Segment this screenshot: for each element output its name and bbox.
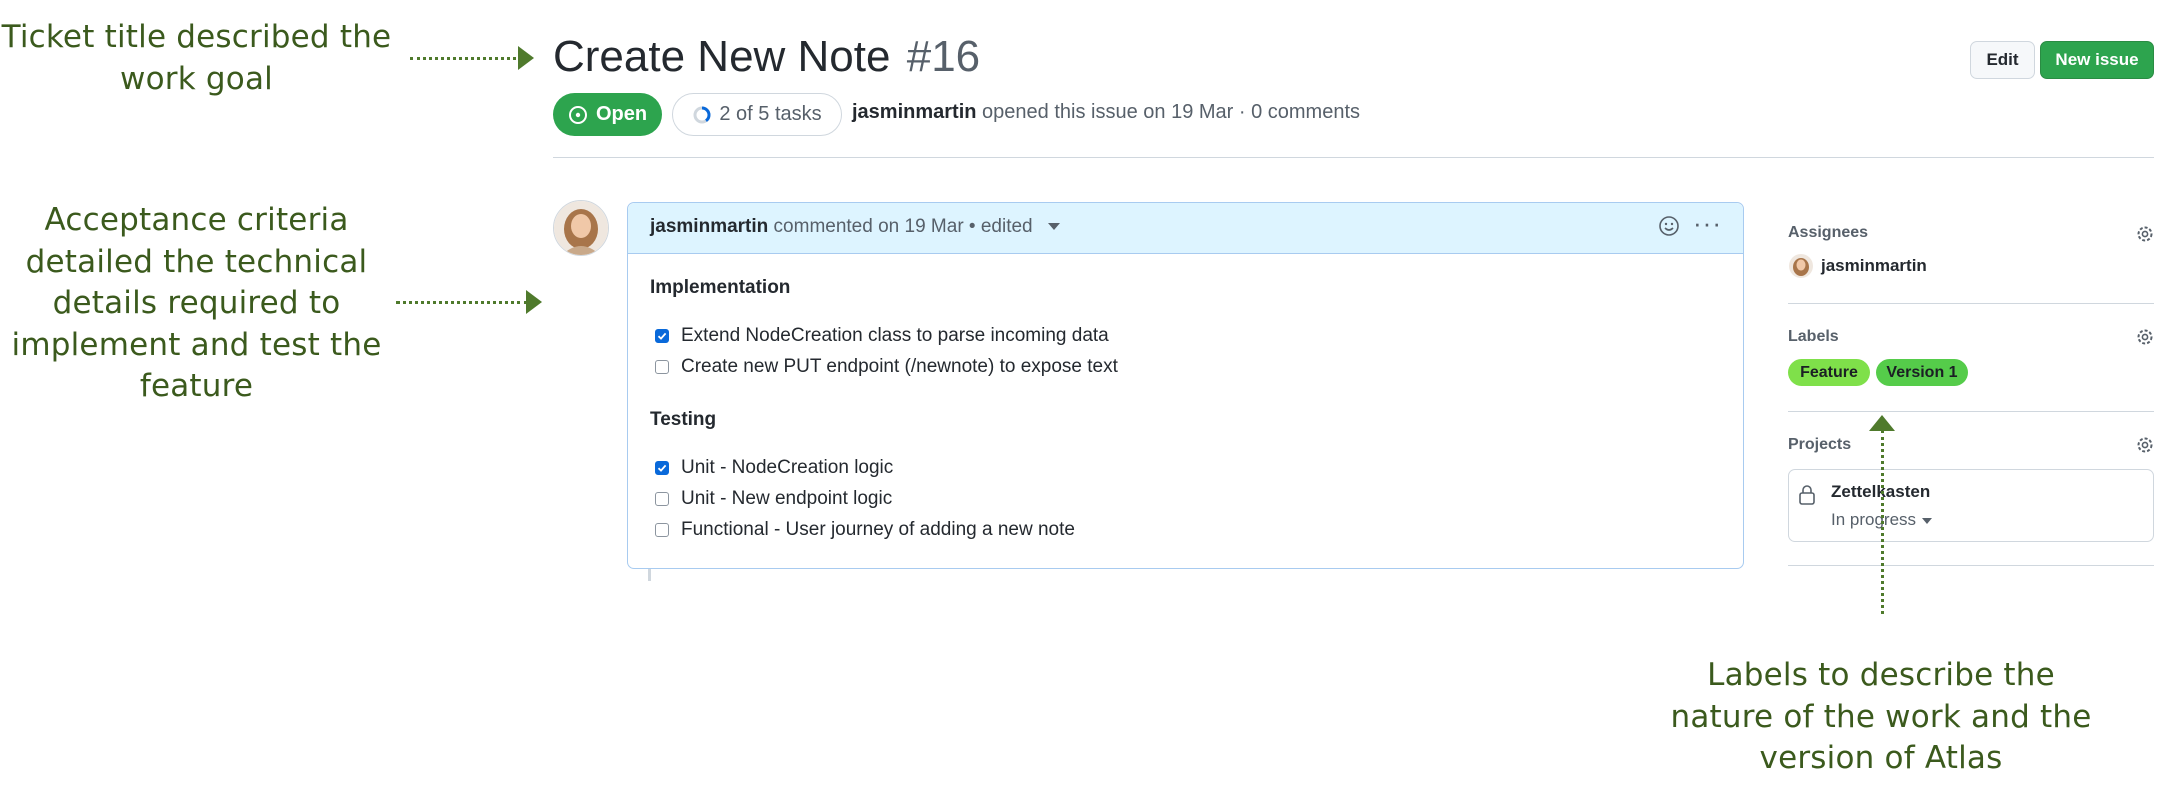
task-item: Unit - New endpoint logic [655, 488, 892, 510]
comment-meta-text: commented on 19 Mar • edited [773, 216, 1033, 237]
annotation-arrow-title [410, 57, 522, 60]
more-options-icon[interactable]: ··· [1693, 210, 1722, 236]
issue-state-label: Open [595, 103, 648, 125]
timeline-line [648, 569, 651, 581]
label-feature[interactable]: Feature [1788, 359, 1870, 386]
projects-gear-icon[interactable] [2135, 435, 2155, 460]
labels-heading: Labels [1788, 328, 1839, 345]
task-checkbox[interactable] [655, 461, 669, 475]
task-item: Create new PUT endpoint (/newnote) to ex… [655, 356, 1118, 378]
annotation-line: details required to [52, 285, 341, 321]
add-reaction-icon[interactable] [1658, 215, 1680, 242]
issue-title: Create New Note #16 [553, 28, 980, 86]
avatar-portrait-icon [554, 201, 608, 255]
tasks-progress-badge[interactable]: 2 of 5 tasks [672, 93, 842, 136]
assignee-avatar [1789, 254, 1813, 278]
new-issue-button[interactable]: New issue [2040, 41, 2154, 79]
task-label: Unit - New endpoint logic [681, 488, 893, 509]
tasks-progress-label: 2 of 5 tasks [719, 103, 822, 125]
task-label: Create new PUT endpoint (/newnote) to ex… [681, 356, 1118, 377]
sidebar-divider [1788, 565, 2154, 566]
section-heading-implementation: Implementation [650, 277, 791, 298]
assignees-heading: Assignees [1788, 224, 1869, 241]
annotation-line: nature of the work and the [1670, 698, 2092, 735]
label-version-1[interactable]: Version 1 [1876, 359, 1968, 386]
annotation-arrow-criteria [396, 301, 528, 304]
issue-author-link[interactable]: jasminmartin [852, 101, 976, 123]
task-label: Unit - NodeCreation logic [681, 457, 894, 478]
annotation-arrowhead-up [1869, 415, 1895, 431]
progress-ring-icon [693, 106, 711, 123]
annotation-line: detailed the technical [25, 243, 368, 280]
annotation-line: feature [139, 368, 254, 404]
comment-card: jasminmartin commented on 19 Mar • edite… [627, 202, 1744, 569]
issue-number: #16 [906, 32, 981, 81]
comment-author-link[interactable]: jasminmartin [650, 216, 768, 237]
task-checkbox[interactable] [655, 492, 669, 506]
assignees-gear-icon[interactable] [2135, 224, 2155, 249]
task-checkbox[interactable] [655, 360, 669, 374]
annotation-line: version of Atlas [1759, 740, 2003, 776]
avatar[interactable] [553, 200, 609, 256]
task-checkbox[interactable] [655, 329, 669, 343]
annotation-arrowhead [526, 290, 542, 314]
annotation-title-note: Ticket title described the work goal [0, 17, 393, 100]
comment-header: jasminmartin commented on 19 Mar • edite… [628, 203, 1743, 254]
annotation-arrowhead [518, 46, 534, 70]
annotation-labels-note: Labels to describe the nature of the wor… [1660, 655, 2102, 780]
sidebar-divider [1788, 411, 2154, 412]
task-label: Functional - User journey of adding a ne… [681, 519, 1075, 540]
edit-button[interactable]: Edit [1970, 41, 2035, 79]
edited-dropdown-icon[interactable] [1047, 223, 1060, 231]
task-label: Extend NodeCreation class to parse incom… [681, 325, 1109, 346]
issue-opened-text: opened this issue on 19 Mar · 0 comments [982, 101, 1361, 123]
annotation-line: Labels to describe the [1707, 657, 2055, 693]
annotation-arrow-labels [1881, 430, 1884, 614]
annotation-line: implement and test the [11, 326, 382, 363]
annotation-line: work goal [120, 60, 273, 97]
assignee-item[interactable]: jasminmartin [1789, 254, 1927, 278]
labels-gear-icon[interactable] [2135, 327, 2155, 352]
task-item: Extend NodeCreation class to parse incom… [655, 325, 1109, 347]
issue-state-badge: Open [553, 93, 662, 136]
lock-icon [1798, 484, 1816, 511]
comment-meta: jasminmartin commented on 19 Mar • edite… [650, 216, 1060, 238]
annotation-line: Acceptance criteria [44, 202, 349, 238]
chevron-down-icon [1922, 517, 1933, 524]
task-item: Functional - User journey of adding a ne… [655, 519, 1075, 541]
annotation-line: Ticket title described the [1, 19, 392, 55]
issue-meta: jasminmartin opened this issue on 19 Mar… [852, 101, 1360, 124]
header-divider [553, 157, 2154, 158]
section-heading-testing: Testing [650, 409, 717, 430]
project-card[interactable] [1788, 469, 2154, 542]
sidebar-divider [1788, 303, 2154, 304]
assignee-name: jasminmartin [1821, 256, 1927, 275]
issue-open-icon [568, 105, 587, 124]
task-item: Unit - NodeCreation logic [655, 457, 893, 479]
task-checkbox[interactable] [655, 523, 669, 537]
project-status-label: In progress [1831, 510, 1917, 529]
issue-title-text: Create New Note [553, 32, 891, 81]
projects-heading: Projects [1788, 436, 1852, 453]
annotation-criteria-note: Acceptance criteria detailed the technic… [0, 200, 393, 408]
